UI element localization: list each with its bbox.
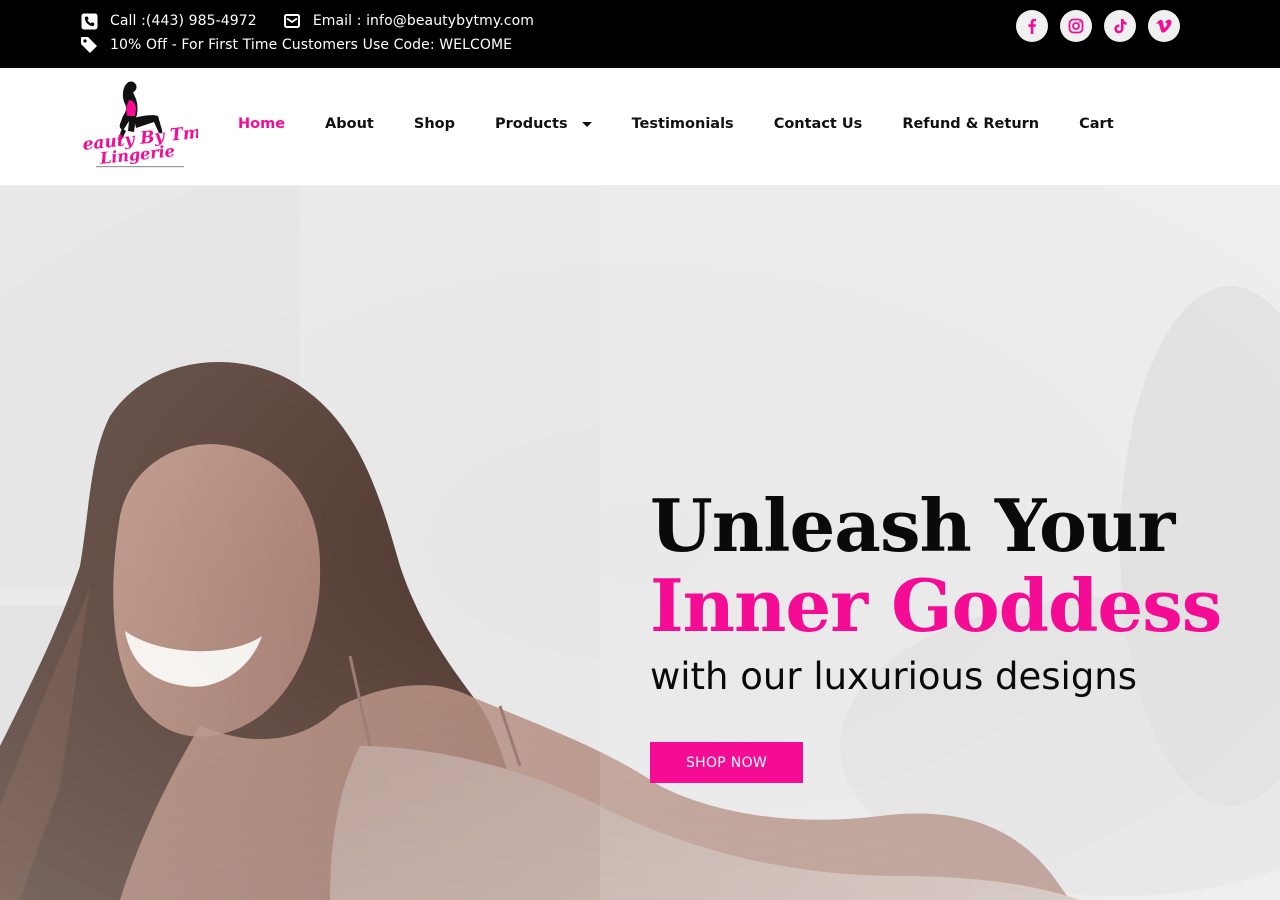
nav-testimonials[interactable]: Testimonials xyxy=(632,116,734,132)
hero-title-line1: Unleash Your xyxy=(650,483,1175,568)
facebook-icon[interactable] xyxy=(1016,10,1048,42)
nav-contact-us[interactable]: Contact Us xyxy=(774,116,863,132)
envelope-icon xyxy=(283,12,301,30)
nav-products[interactable]: Products xyxy=(495,116,592,132)
nav-cart[interactable]: Cart xyxy=(1079,116,1114,132)
hero-title-line2: Inner Goddess xyxy=(650,563,1222,648)
tag-icon xyxy=(80,36,98,54)
tiktok-icon[interactable] xyxy=(1104,10,1136,42)
hero-subtitle: with our luxurious designs xyxy=(650,655,1138,698)
site-header: Beauty By Tmy Lingerie Home About Shop P… xyxy=(0,68,1280,186)
site-logo[interactable]: Beauty By Tmy Lingerie xyxy=(66,78,213,174)
shop-now-button[interactable]: SHOP NOW xyxy=(650,742,803,783)
promo: 10% Off - For First Time Customers Use C… xyxy=(80,36,512,54)
main-nav: Home About Shop Products Testimonials Co… xyxy=(238,116,1114,132)
nav-home[interactable]: Home xyxy=(238,116,285,132)
phone-link[interactable]: Call :(443) 985-4972 xyxy=(80,12,257,30)
caret-down-icon xyxy=(581,121,592,127)
top-bar: Call :(443) 985-4972 Email : info@beauty… xyxy=(0,0,1280,68)
vimeo-icon[interactable] xyxy=(1148,10,1180,42)
promo-row: 10% Off - For First Time Customers Use C… xyxy=(80,36,512,54)
phone-icon xyxy=(80,12,98,30)
email-text: Email : info@beautybytmy.com xyxy=(312,13,534,29)
email-link[interactable]: Email : info@beautybytmy.com xyxy=(283,12,534,30)
social-links xyxy=(1016,10,1180,42)
nav-about[interactable]: About xyxy=(325,116,374,132)
instagram-icon[interactable] xyxy=(1060,10,1092,42)
nav-shop[interactable]: Shop xyxy=(414,116,455,132)
nav-refund-return[interactable]: Refund & Return xyxy=(902,116,1039,132)
phone-text: Call :(443) 985-4972 xyxy=(110,13,257,29)
promo-text: 10% Off - For First Time Customers Use C… xyxy=(110,37,513,53)
hero-banner: Unleash Your Inner Goddess with our luxu… xyxy=(0,186,1280,900)
contact-row: Call :(443) 985-4972 Email : info@beauty… xyxy=(80,12,534,30)
hero-content: Unleash Your Inner Goddess with our luxu… xyxy=(650,483,1222,783)
nav-products-label: Products xyxy=(494,116,568,132)
